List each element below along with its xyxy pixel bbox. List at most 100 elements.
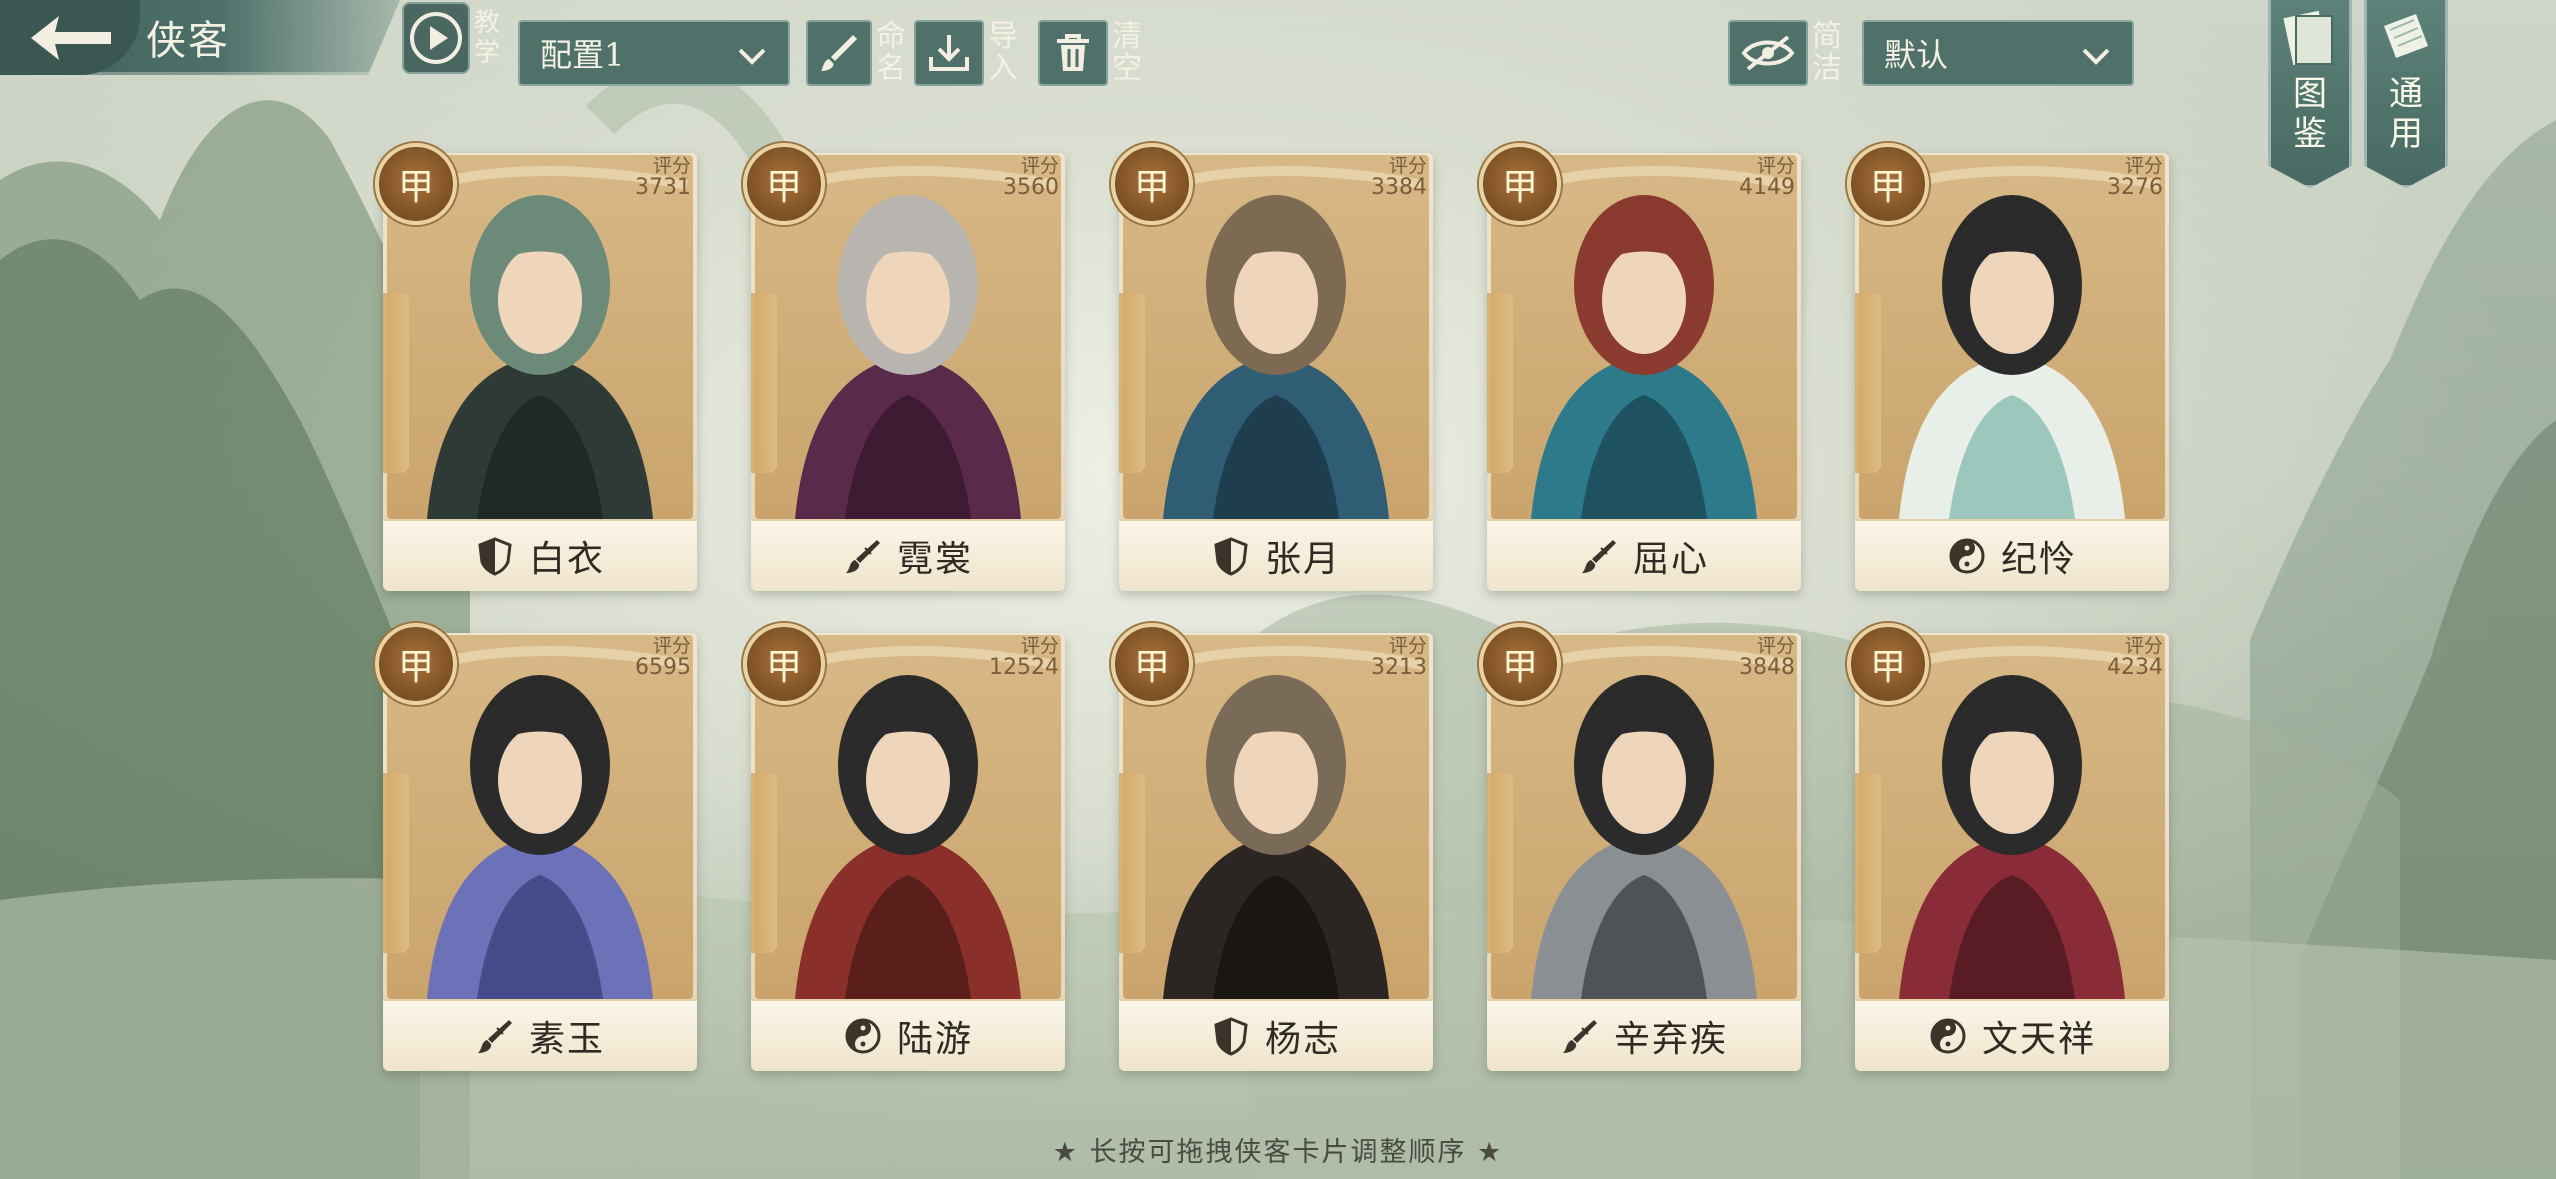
yinyang-icon [843, 1016, 883, 1056]
hero-nameplate: 杨志 [1119, 999, 1433, 1071]
hero-name: 陆游 [896, 1019, 973, 1060]
play-icon [402, 2, 470, 74]
hero-card-5[interactable]: 甲 评分 3276 纪怜 [1847, 143, 2169, 591]
score-label: 评分 [1388, 155, 1427, 177]
hero-card-2[interactable]: 甲 评分 3560 霓裳 [743, 143, 1065, 591]
score-value: 3731 [635, 175, 691, 200]
hero-card-9[interactable]: 甲 评分 3848 辛弃疾 [1479, 623, 1801, 1071]
sort-select[interactable]: 默认 [1862, 20, 2134, 86]
rank-badge: 甲 [1479, 623, 1561, 705]
score-block: 评分 6595 [635, 635, 691, 679]
hero-name: 纪怜 [2000, 539, 2077, 580]
score-block: 评分 4234 [2107, 635, 2163, 679]
card-ribbon [1855, 773, 1881, 953]
tutorial-button[interactable]: 教学 [402, 2, 500, 74]
score-value: 3213 [1371, 655, 1427, 680]
hero-name: 白衣 [528, 539, 605, 580]
hero-card-1[interactable]: 甲 评分 3731 白衣 [375, 143, 697, 591]
rank-badge: 甲 [743, 143, 825, 225]
hero-card-8[interactable]: 甲 评分 3213 杨志 [1111, 623, 1433, 1071]
card-ribbon [1119, 293, 1145, 473]
score-label: 评分 [1388, 635, 1427, 657]
score-block: 评分 3731 [635, 155, 691, 199]
config-select[interactable]: 配置1 [518, 20, 790, 86]
hero-nameplate: 文天祥 [1855, 999, 2169, 1071]
clear-button[interactable]: 清空 [1038, 20, 1142, 86]
brush-icon [475, 1016, 515, 1056]
brush-icon [806, 20, 872, 86]
brush-icon [1560, 1016, 1600, 1056]
hero-name: 张月 [1264, 539, 1341, 580]
import-button[interactable]: 导入 [914, 20, 1018, 86]
score-label: 评分 [652, 155, 691, 177]
download-icon [914, 20, 984, 86]
score-label: 评分 [1020, 635, 1059, 657]
score-label: 评分 [2124, 635, 2163, 657]
rank-badge: 甲 [1847, 143, 1929, 225]
card-ribbon [383, 293, 409, 473]
score-block: 评分 3848 [1739, 635, 1795, 679]
rank-badge: 甲 [375, 143, 457, 225]
score-label: 评分 [652, 635, 691, 657]
tutorial-label: 教学 [474, 8, 501, 68]
score-value: 6595 [635, 655, 691, 680]
shield-icon [1211, 536, 1251, 576]
rename-button[interactable]: 命名 [806, 20, 906, 86]
score-block: 评分 3560 [1003, 155, 1059, 199]
card-ribbon [383, 773, 409, 953]
collection-label: 图鉴 [2293, 74, 2327, 154]
score-value: 4234 [2107, 655, 2163, 680]
eye-hidden-icon [1728, 20, 1808, 86]
score-label: 评分 [1756, 155, 1795, 177]
card-ribbon [1119, 773, 1145, 953]
hero-name: 杨志 [1264, 1019, 1341, 1060]
rank-badge: 甲 [375, 623, 457, 705]
chevron-down-icon [2082, 48, 2110, 65]
score-block: 评分 3213 [1371, 635, 1427, 679]
hero-nameplate: 素玉 [383, 999, 697, 1071]
hero-card-10[interactable]: 甲 评分 4234 文天祥 [1847, 623, 2169, 1071]
general-tab[interactable]: 通用 [2364, 0, 2448, 188]
rank-badge: 甲 [1847, 623, 1929, 705]
score-value: 3384 [1371, 175, 1427, 200]
hero-card-7[interactable]: 甲 评分 12524 陆游 [743, 623, 1065, 1071]
hero-name: 素玉 [528, 1019, 605, 1060]
score-value: 3848 [1739, 655, 1795, 680]
hero-name: 文天祥 [1981, 1019, 2096, 1060]
hero-card-6[interactable]: 甲 评分 6595 素玉 [375, 623, 697, 1071]
card-ribbon [1487, 773, 1513, 953]
score-block: 评分 3384 [1371, 155, 1427, 199]
score-block: 评分 12524 [989, 635, 1059, 679]
score-label: 评分 [1020, 155, 1059, 177]
clear-label: 清空 [1112, 19, 1142, 86]
card-ribbon [1855, 293, 1881, 473]
rank-badge: 甲 [743, 623, 825, 705]
hero-name: 屈心 [1632, 539, 1709, 580]
import-label: 导入 [988, 19, 1018, 86]
hero-card-4[interactable]: 甲 评分 4149 屈心 [1479, 143, 1801, 591]
hero-nameplate: 屈心 [1487, 519, 1801, 591]
simple-label: 简洁 [1812, 19, 1842, 86]
brush-icon [1579, 536, 1619, 576]
hero-name: 辛弃疾 [1613, 1019, 1728, 1060]
page-title: 侠客 [146, 18, 230, 64]
trash-icon [1038, 20, 1108, 86]
hero-card-3[interactable]: 甲 评分 3384 张月 [1111, 143, 1433, 591]
rank-badge: 甲 [1111, 143, 1193, 225]
simple-mode-toggle[interactable]: 简洁 [1728, 20, 1842, 86]
score-block: 评分 4149 [1739, 155, 1795, 199]
general-label: 通用 [2389, 74, 2423, 154]
hero-nameplate: 辛弃疾 [1487, 999, 1801, 1071]
hero-name: 霓裳 [896, 539, 973, 580]
sort-select-value: 默认 [1884, 36, 1949, 74]
brush-icon [843, 536, 883, 576]
score-value: 3276 [2107, 175, 2163, 200]
score-label: 评分 [2124, 155, 2163, 177]
hero-nameplate: 白衣 [383, 519, 697, 591]
scroll-icon [2384, 14, 2428, 58]
yinyang-icon [1928, 1016, 1968, 1056]
hero-nameplate: 陆游 [751, 999, 1065, 1071]
score-value: 4149 [1739, 175, 1795, 200]
yinyang-icon [1947, 536, 1987, 576]
collection-tab[interactable]: 图鉴 [2268, 0, 2352, 188]
